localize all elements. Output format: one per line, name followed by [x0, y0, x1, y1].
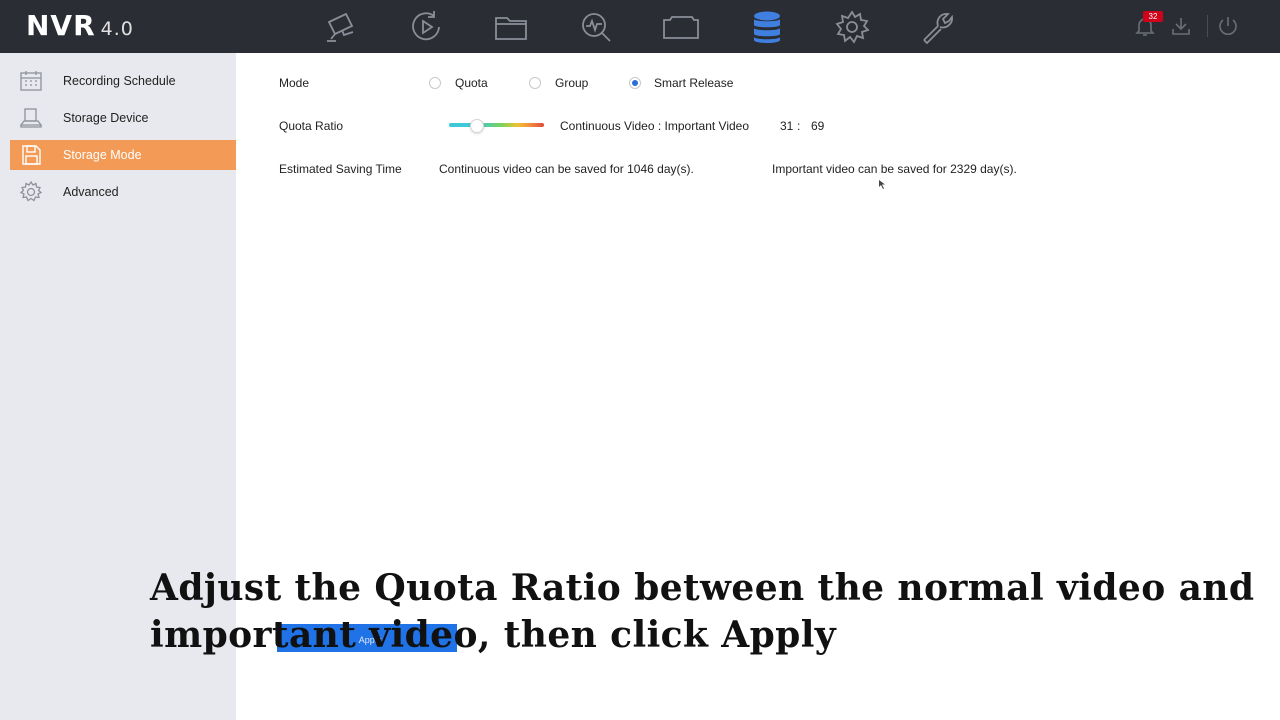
maintenance-wrench-icon[interactable] [918, 8, 956, 46]
video-camera-icon[interactable] [662, 8, 700, 46]
continuous-saving-text: Continuous video can be saved for 1046 d… [439, 162, 694, 176]
caption-line-1: Adjust the Quota Ratio between the norma… [150, 567, 1255, 609]
sidebar-item-recording-schedule[interactable]: Recording Schedule [10, 66, 236, 96]
nvr-logo: NVR 4.0 [26, 9, 134, 42]
alarm-count-badge: 32 [1143, 11, 1163, 22]
power-icon[interactable] [1216, 14, 1240, 38]
topbar-divider [1207, 15, 1208, 37]
logo-main: NVR [26, 9, 96, 42]
file-folder-icon[interactable] [492, 8, 530, 46]
calendar-icon [19, 69, 43, 93]
mode-group-radio[interactable] [529, 77, 541, 89]
quota-ratio-slider-handle[interactable] [470, 119, 484, 133]
sidebar-item-label: Storage Device [63, 111, 149, 125]
mode-smart-release-radio[interactable] [629, 77, 641, 89]
ratio-separator: : [797, 119, 801, 133]
playback-icon[interactable] [407, 8, 445, 46]
storage-database-icon[interactable] [748, 8, 786, 46]
hard-disk-icon [19, 106, 43, 130]
estimated-saving-time-label: Estimated Saving Time [279, 162, 402, 176]
download-icon[interactable] [1169, 14, 1193, 38]
smart-analysis-icon[interactable] [577, 8, 615, 46]
mode-quota-radio[interactable] [429, 77, 441, 89]
mode-quota-label[interactable]: Quota [455, 76, 488, 90]
settings-gear-icon[interactable] [833, 8, 871, 46]
quota-ratio-label: Quota Ratio [279, 119, 344, 133]
mode-smart-release-label[interactable]: Smart Release [654, 76, 733, 90]
ratio-description: Continuous Video : Important Video [560, 119, 750, 133]
save-disk-icon [19, 143, 43, 167]
mouse-cursor-icon [879, 180, 885, 189]
sidebar-item-advanced[interactable]: Advanced [10, 177, 236, 207]
sidebar-item-label: Advanced [63, 185, 119, 199]
continuous-ratio-value: 31 [780, 119, 794, 133]
sidebar-item-label: Storage Mode [63, 148, 142, 162]
gear-icon [19, 180, 43, 204]
tutorial-caption: Adjust the Quota Ratio between the norma… [150, 565, 1254, 659]
sidebar-item-storage-device[interactable]: Storage Device [10, 103, 236, 133]
quota-ratio-slider[interactable] [449, 123, 544, 127]
sidebar-item-storage-mode[interactable]: Storage Mode [10, 140, 236, 170]
top-navigation-bar: NVR 4.0 32 [0, 0, 1280, 53]
mode-label: Mode [279, 76, 310, 90]
sidebar-item-label: Recording Schedule [63, 74, 176, 88]
important-ratio-value: 69 [811, 119, 825, 133]
caption-line-2: important video, then click Apply [150, 614, 837, 656]
logo-version: 4.0 [100, 18, 134, 40]
important-saving-text: Important video can be saved for 2329 da… [772, 162, 1017, 176]
live-view-camera-icon[interactable] [322, 8, 360, 46]
mode-group-label[interactable]: Group [555, 76, 588, 90]
